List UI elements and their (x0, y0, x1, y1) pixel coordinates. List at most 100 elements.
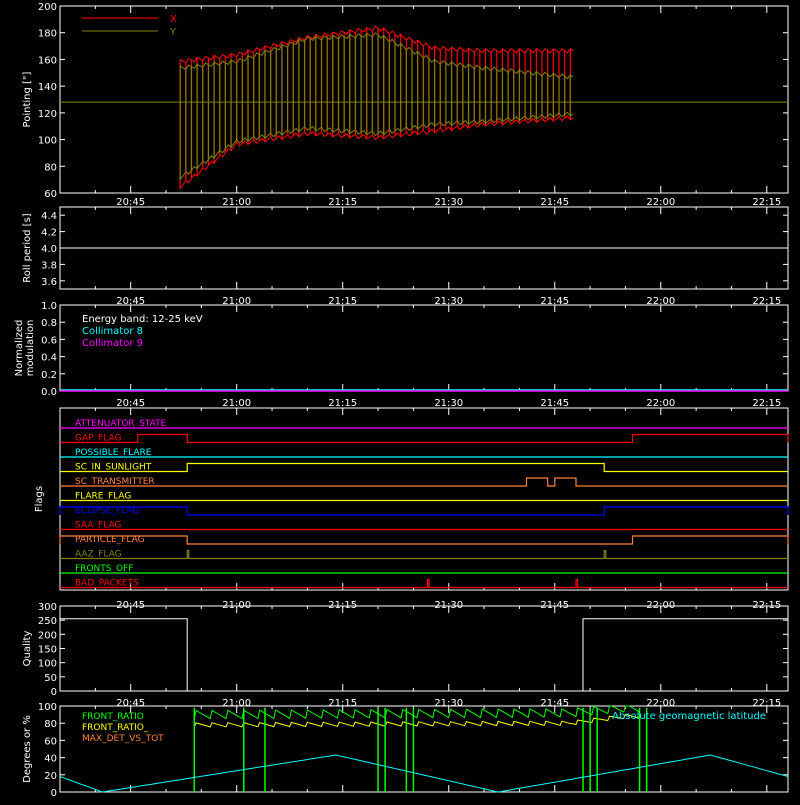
flag-label: SC_IN_SUNLIGHT (75, 463, 152, 473)
y-tick-label: 100 (38, 136, 57, 147)
time-tick-label: 22:00 (646, 197, 675, 208)
y-tick-label: 60 (44, 736, 57, 747)
y-tick-label: 200 (38, 630, 57, 641)
flag-trace (59, 535, 789, 545)
y-tick-label: 0.8 (41, 318, 57, 329)
chart-figure: 20:45 21:00 21:15 21:30 21:45 22:00 22:15 60 80 1… (0, 0, 800, 800)
series-x-lower (179, 115, 574, 190)
flag-label: POSSIBLE_FLARE (75, 448, 152, 458)
flag-attenuator-state: ATTENUATOR_STATE (60, 419, 788, 429)
y-tick-label: 1.0 (41, 301, 57, 312)
y-tick-label: 0.0 (41, 387, 57, 398)
y-tick-label: 0 (51, 788, 57, 799)
y-tick-label: 300 (38, 602, 57, 613)
y-axis-label: modulation (25, 320, 36, 377)
y-tick-label: 3.8 (41, 260, 57, 271)
flag-fronts-off: FRONTS_OFF (60, 564, 788, 574)
time-tick-label: 21:00 (222, 398, 251, 409)
flag-label: ECLIPSE_FLAG (75, 506, 139, 516)
flag-label: BAD_PACKETS (75, 579, 139, 589)
flag-label: SC_TRANSMITTER (75, 477, 155, 487)
y-tick-label: 40 (44, 754, 57, 765)
flag-trace (60, 462, 788, 473)
legend-collimator-8: Collimator 8 (82, 326, 143, 337)
flag-trace (59, 506, 789, 516)
flag-saa-flag: SAA_FLAG (60, 521, 788, 531)
time-tick-label: 21:45 (540, 197, 569, 208)
time-tick-label: 22:00 (646, 398, 675, 409)
latitude-annotation: Absolute geomagnetic latitude (612, 711, 766, 722)
y-tick-label: 4.0 (41, 244, 57, 255)
legend-collimator-9: Collimator 9 (82, 338, 143, 349)
y-axis-label: Normalized (14, 320, 25, 377)
energy-band-annotation: Energy band: 12-25 keV (82, 314, 203, 325)
flag-trace (60, 433, 789, 444)
time-tick-label: 21:30 (434, 398, 463, 409)
legend-front-ratio-: FRONT_RATIO_ (82, 723, 149, 733)
flag-gap-flag: GAP_FLAG (60, 433, 789, 444)
quality-line (60, 618, 788, 692)
time-tick-label: 22:15 (752, 398, 781, 409)
panel-4-frame (59, 407, 789, 591)
flag-label: FRONTS_OFF (75, 564, 133, 574)
y-tick-label: 120 (38, 109, 57, 120)
flag-particle-flag: PARTICLE_FLAG (59, 535, 789, 545)
legend-y-label: Y (169, 27, 177, 38)
time-tick-label: 21:30 (434, 197, 463, 208)
time-tick-label: 21:45 (540, 398, 569, 409)
flag-label: GAP_FLAG (75, 434, 121, 444)
y-tick-label: 20 (44, 771, 57, 782)
legend-max-det-vs-tot: MAX_DET_VS_TOT (82, 734, 164, 744)
flag-flare-flag: FLARE_FLAG (60, 492, 788, 502)
y-axis-label: Quality (22, 631, 33, 667)
y-tick-label: 4.2 (41, 228, 57, 239)
y-tick-label: 80 (44, 162, 57, 173)
y-tick-label: 200 (38, 2, 57, 13)
flag-aaz-flag: AAZ_FLAG (60, 550, 788, 560)
flag-label: PARTICLE_FLAG (75, 535, 145, 545)
y-axis-label: Pointing ["] (22, 71, 33, 127)
legend-x-label: X (170, 14, 177, 25)
y-tick-label: 0 (51, 687, 57, 698)
time-tick-label: 21:15 (328, 398, 357, 409)
time-tick-label: 21:15 (328, 197, 357, 208)
flag-label: AAZ_FLAG (75, 550, 122, 560)
legend-front-ratio: FRONT_RATIO (82, 712, 144, 722)
flag-trace (60, 477, 788, 487)
flag-bad-packets: BAD_PACKETS (60, 579, 788, 589)
y-tick-label: 50 (44, 673, 57, 684)
y-tick-label: 3.6 (41, 277, 57, 288)
y-tick-label: 80 (44, 719, 57, 730)
time-tick-label: 20:45 (116, 398, 145, 409)
flag-trace (60, 549, 788, 560)
flag-sc-in-sunlight: SC_IN_SUNLIGHT (60, 463, 788, 473)
y-tick-label: 0.4 (41, 353, 57, 364)
y-tick-label: 160 (38, 55, 57, 66)
flag-label: FLARE_FLAG (75, 492, 131, 502)
stacked-timeline-chart: 20:45 21:00 21:15 21:30 21:45 22:00 22:15 60 80 1… (14, 2, 789, 799)
y-tick-label: 140 (38, 82, 57, 93)
time-tick-label: 22:15 (752, 197, 781, 208)
y-tick-label: 100 (38, 659, 57, 670)
time-tick-label: 21:00 (222, 197, 251, 208)
y-axis-label: Roll period [s] (22, 213, 33, 282)
y-tick-label: 60 (44, 189, 57, 200)
flag-possible-flare: POSSIBLE_FLARE (60, 448, 788, 458)
series-front-ratio-1 (193, 705, 640, 720)
time-tick-label: 20:45 (116, 197, 145, 208)
y-tick-label: 150 (38, 645, 57, 656)
y-axis-label: Flags (34, 486, 45, 512)
y-tick-label: 180 (38, 29, 57, 40)
flag-sc-transmitter: SC_TRANSMITTER (60, 477, 788, 487)
flag-trace (60, 578, 788, 589)
y-axis-label: Degrees or % (22, 715, 33, 783)
flag-label: SAA_FLAG (75, 521, 121, 531)
y-tick-label: 250 (38, 616, 57, 627)
y-tick-label: 0.6 (41, 335, 57, 346)
y-tick-label: 100 (38, 702, 57, 713)
y-tick-label: 0.2 (41, 370, 57, 381)
flag-eclipse-flag: ECLIPSE_FLAG (59, 506, 789, 516)
flag-label: ATTENUATOR_STATE (75, 419, 167, 429)
y-tick-label: 4.4 (41, 211, 57, 222)
series-geomagnetic-latitude (59, 754, 789, 793)
